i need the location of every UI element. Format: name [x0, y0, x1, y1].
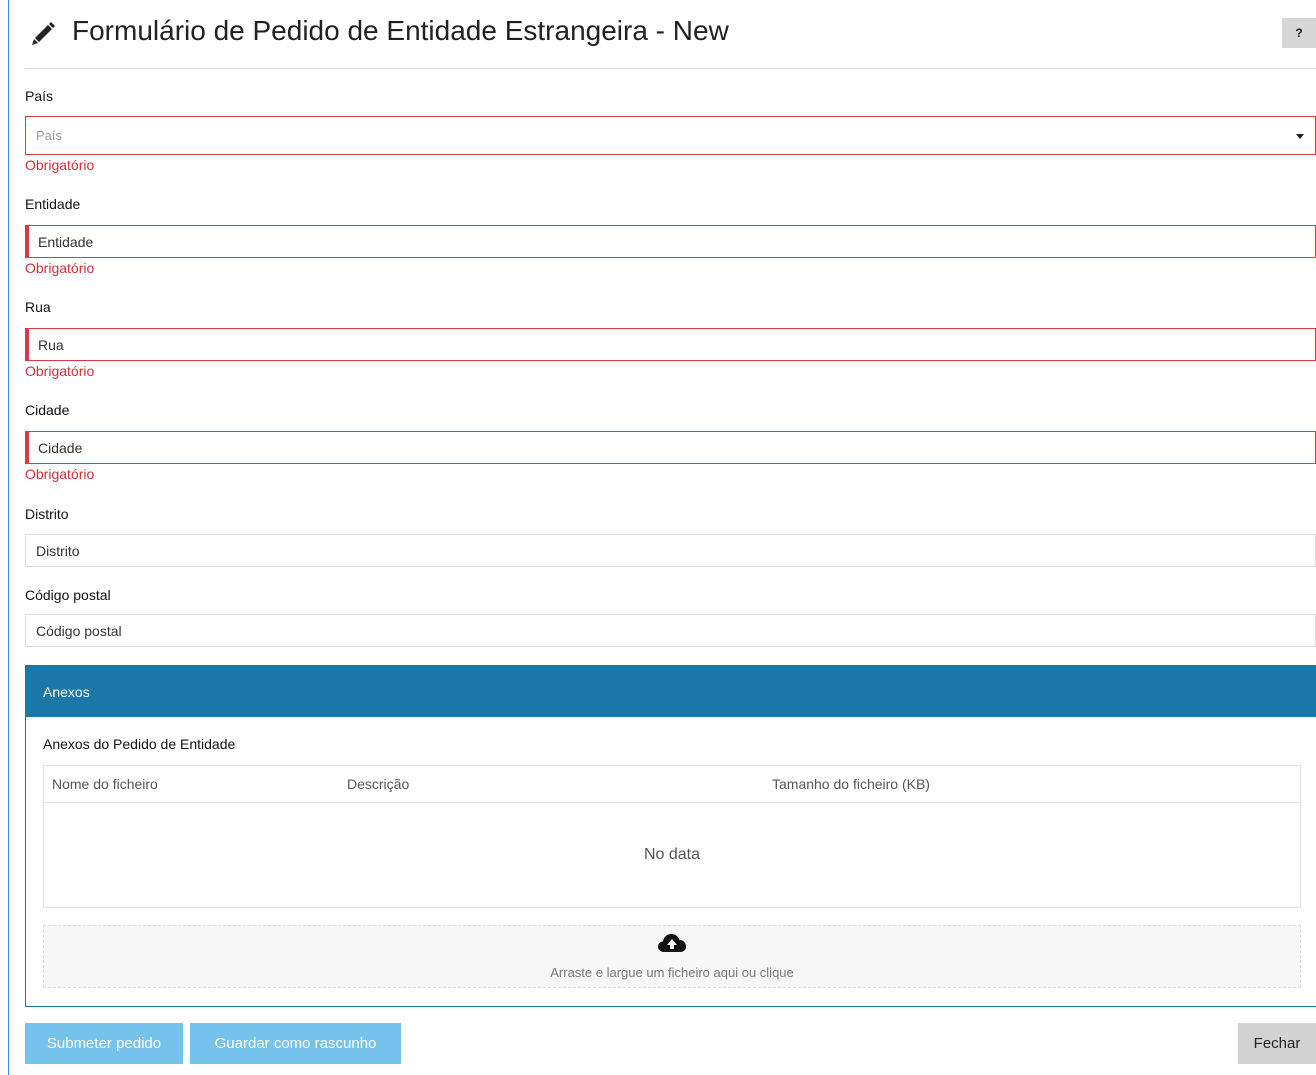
pais-select[interactable]: País — [25, 116, 1316, 155]
close-button[interactable]: Fechar — [1238, 1023, 1316, 1064]
submit-button[interactable]: Submeter pedido — [25, 1023, 183, 1064]
page-header: Formulário de Pedido de Entidade Estrang… — [25, 0, 1316, 69]
entidade-placeholder: Entidade — [38, 233, 94, 250]
pais-placeholder: País — [36, 128, 63, 143]
attachments-section-title: Anexos do Pedido de Entidade — [43, 736, 236, 752]
column-header-file-size[interactable]: Tamanho do ficheiro (KB) — [772, 776, 930, 792]
cidade-error: Obrigatório — [25, 466, 95, 482]
distrito-placeholder: Distrito — [36, 542, 80, 559]
chevron-down-icon[interactable] — [1296, 133, 1304, 139]
rua-error: Obrigatório — [25, 363, 95, 379]
codigo-postal-label: Código postal — [25, 587, 111, 603]
page-title: Formulário de Pedido de Entidade Estrang… — [72, 15, 729, 46]
help-button[interactable]: ? — [1282, 18, 1316, 48]
attachments-table-header: Nome do ficheiro Descrição Tamanho do fi… — [44, 766, 1300, 803]
attachments-table: Nome do ficheiro Descrição Tamanho do fi… — [43, 765, 1301, 908]
attachments-panel: Anexos Anexos do Pedido de Entidade Nome… — [25, 665, 1316, 1007]
cidade-label: Cidade — [25, 402, 70, 418]
rua-input[interactable]: Rua — [25, 328, 1316, 361]
column-header-file-name[interactable]: Nome do ficheiro — [52, 776, 158, 792]
codigo-postal-placeholder: Código postal — [36, 622, 122, 639]
file-dropzone[interactable]: Arraste e largue um ficheiro aqui ou cli… — [43, 925, 1301, 988]
rua-placeholder: Rua — [38, 336, 64, 353]
dropzone-hint: Arraste e largue um ficheiro aqui ou cli… — [550, 965, 794, 980]
attachments-panel-header[interactable]: Anexos — [26, 666, 1316, 717]
entidade-input[interactable]: Entidade — [25, 225, 1316, 258]
codigo-postal-input[interactable]: Código postal — [25, 614, 1316, 647]
entidade-label: Entidade — [25, 196, 81, 212]
pais-label: País — [25, 88, 54, 104]
cidade-input[interactable]: Cidade — [25, 431, 1316, 464]
cidade-placeholder: Cidade — [38, 439, 83, 456]
left-border — [8, 0, 9, 1075]
pencil-icon — [32, 22, 55, 45]
entidade-error: Obrigatório — [25, 260, 95, 276]
pais-error: Obrigatório — [25, 157, 95, 173]
rua-label: Rua — [25, 299, 51, 315]
distrito-label: Distrito — [25, 506, 69, 522]
distrito-input[interactable]: Distrito — [25, 534, 1316, 567]
save-draft-button[interactable]: Guardar como rascunho — [190, 1023, 401, 1064]
column-header-description[interactable]: Descrição — [347, 776, 409, 792]
cloud-upload-icon — [658, 934, 686, 952]
empty-table-message: No data — [643, 846, 701, 863]
